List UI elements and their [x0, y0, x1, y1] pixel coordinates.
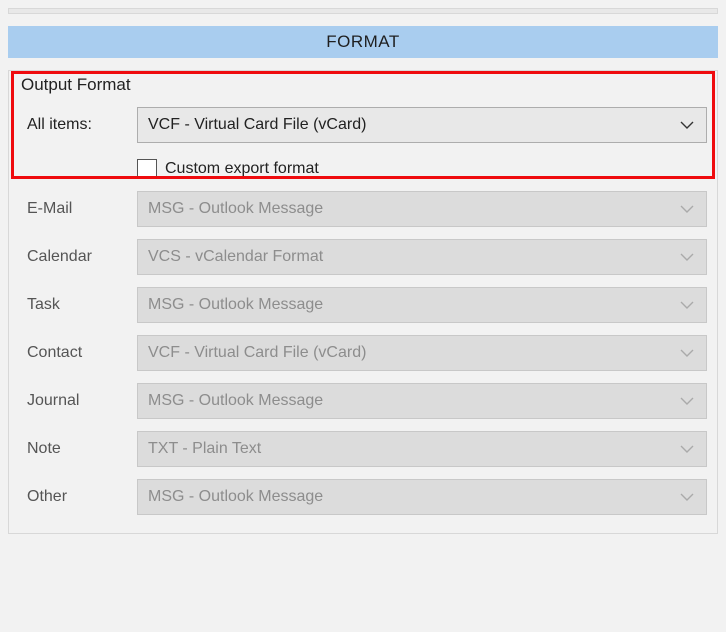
label-contact: Contact	[19, 344, 137, 362]
row-email: E-Mail MSG - Outlook Message	[19, 191, 707, 227]
label-all-items: All items:	[19, 116, 137, 134]
row-note: Note TXT - Plain Text	[19, 431, 707, 467]
select-all-items-value: VCF - Virtual Card File (vCard)	[148, 116, 366, 134]
row-task: Task MSG - Outlook Message	[19, 287, 707, 323]
section-header-format: FORMAT	[8, 26, 718, 58]
chevron-down-icon	[680, 397, 694, 405]
row-all-items: All items: VCF - Virtual Card File (vCar…	[19, 107, 707, 143]
select-journal-value: MSG - Outlook Message	[148, 392, 323, 410]
row-contact: Contact VCF - Virtual Card File (vCard)	[19, 335, 707, 371]
select-email: MSG - Outlook Message	[137, 191, 707, 227]
select-all-items[interactable]: VCF - Virtual Card File (vCard)	[137, 107, 707, 143]
chevron-down-icon	[680, 301, 694, 309]
label-journal: Journal	[19, 392, 137, 410]
select-contact-value: VCF - Virtual Card File (vCard)	[148, 344, 366, 362]
select-note-value: TXT - Plain Text	[148, 440, 261, 458]
select-other-value: MSG - Outlook Message	[148, 488, 323, 506]
chevron-down-icon	[680, 493, 694, 501]
select-calendar: VCS - vCalendar Format	[137, 239, 707, 275]
select-note: TXT - Plain Text	[137, 431, 707, 467]
label-other: Other	[19, 488, 137, 506]
select-contact: VCF - Virtual Card File (vCard)	[137, 335, 707, 371]
chevron-down-icon	[680, 253, 694, 261]
label-email: E-Mail	[19, 200, 137, 218]
select-other: MSG - Outlook Message	[137, 479, 707, 515]
label-note: Note	[19, 440, 137, 458]
group-title: Output Format	[19, 71, 707, 103]
output-format-group: Output Format All items: VCF - Virtual C…	[8, 70, 718, 534]
chevron-down-icon	[680, 349, 694, 357]
label-calendar: Calendar	[19, 248, 137, 266]
select-calendar-value: VCS - vCalendar Format	[148, 248, 323, 266]
chevron-down-icon	[680, 205, 694, 213]
row-calendar: Calendar VCS - vCalendar Format	[19, 239, 707, 275]
row-other: Other MSG - Outlook Message	[19, 479, 707, 515]
chevron-down-icon	[680, 121, 694, 129]
row-custom-export: Custom export format	[137, 159, 707, 179]
label-task: Task	[19, 296, 137, 314]
select-task: MSG - Outlook Message	[137, 287, 707, 323]
row-journal: Journal MSG - Outlook Message	[19, 383, 707, 419]
label-custom-export: Custom export format	[165, 160, 319, 178]
select-journal: MSG - Outlook Message	[137, 383, 707, 419]
top-strip	[8, 8, 718, 14]
select-task-value: MSG - Outlook Message	[148, 296, 323, 314]
checkbox-custom-export[interactable]	[137, 159, 157, 179]
select-email-value: MSG - Outlook Message	[148, 200, 323, 218]
chevron-down-icon	[680, 445, 694, 453]
